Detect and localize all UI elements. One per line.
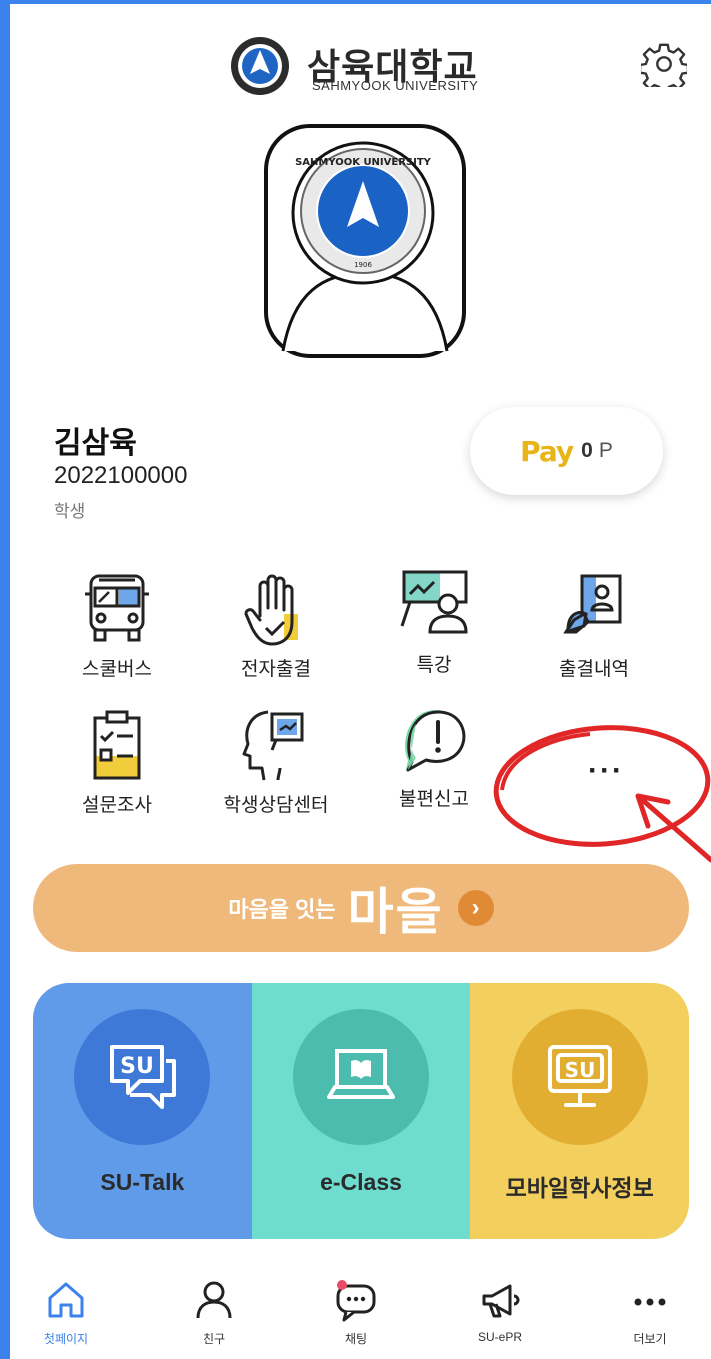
tile-icon-circle: SU bbox=[511, 1009, 648, 1145]
menu-label: 스쿨버스 bbox=[82, 659, 152, 680]
nav-label: 첫페이지 bbox=[43, 1332, 89, 1346]
menu-electronic-attendance[interactable]: 전자출결 bbox=[196, 570, 356, 681]
tile-icon-circle bbox=[293, 1009, 429, 1145]
menu-label: 학생상담센터 bbox=[223, 795, 329, 816]
laptop-book-icon bbox=[327, 1049, 395, 1099]
pay-button[interactable]: Pay 0 P bbox=[470, 407, 663, 495]
nav-label: SU-ePR bbox=[477, 1330, 522, 1344]
menu-label: 설문조사 bbox=[82, 795, 152, 816]
hand-check-icon bbox=[244, 574, 298, 646]
attendance-card-icon bbox=[563, 574, 622, 634]
gear-icon[interactable] bbox=[641, 41, 687, 87]
nav-home[interactable]: 첫페이지 bbox=[16, 1278, 116, 1347]
menu-label: 전자출결 bbox=[241, 659, 311, 680]
nav-label: 더보기 bbox=[633, 1332, 667, 1346]
nav-more[interactable]: 더보기 bbox=[600, 1278, 700, 1347]
menu-label: 출결내역 bbox=[559, 659, 629, 680]
chat-icon bbox=[336, 1280, 376, 1322]
bottom-nav: 첫페이지 친구 채팅 SU-ePR 더보기 bbox=[10, 1268, 711, 1359]
su-talk-icon: SU bbox=[110, 1045, 177, 1109]
bus-icon bbox=[85, 574, 149, 642]
banner-title: 마을 bbox=[347, 884, 444, 940]
more-dots-icon bbox=[634, 1298, 666, 1306]
home-icon bbox=[48, 1282, 84, 1318]
university-logo-icon bbox=[231, 37, 289, 95]
tile-icon-circle: SU bbox=[74, 1009, 211, 1145]
svg-text:SU: SU bbox=[564, 1058, 595, 1082]
banner-prefix: 마음을 잇는 bbox=[228, 897, 336, 922]
screenshot-frame-top bbox=[0, 0, 711, 4]
menu-attendance-history[interactable]: 출결내역 bbox=[514, 570, 674, 681]
tile-su-talk[interactable]: SU SU-Talk bbox=[33, 983, 252, 1239]
su-monitor-icon: SU bbox=[547, 1045, 612, 1107]
pay-amount: 0 bbox=[581, 439, 593, 462]
person-icon bbox=[196, 1281, 232, 1319]
survey-clipboard-icon bbox=[93, 710, 141, 780]
pay-unit: P bbox=[598, 439, 613, 462]
menu-label: 불편신고 bbox=[399, 789, 469, 810]
svg-text:SAHMYOOK UNIVERSITY: SAHMYOOK UNIVERSITY bbox=[295, 157, 432, 168]
svg-text:1906: 1906 bbox=[354, 261, 372, 269]
menu-complaint-report[interactable]: 불편신고 bbox=[354, 700, 514, 811]
profile-avatar[interactable]: SAHMYOOK UNIVERSITY 1906 bbox=[263, 123, 467, 359]
service-tiles: SU SU-Talk e-Class SU 모바일학사정보 bbox=[33, 983, 689, 1239]
pay-logo: Pay bbox=[520, 434, 574, 468]
svg-text:SU: SU bbox=[120, 1054, 154, 1079]
menu-school-bus[interactable]: 스쿨버스 bbox=[37, 570, 197, 681]
lecture-icon bbox=[400, 570, 468, 634]
nav-chat[interactable]: 채팅 bbox=[306, 1278, 406, 1347]
student-id: 2022100000 bbox=[54, 462, 188, 489]
maeul-banner[interactable]: 마음을 잇는 마을 › bbox=[33, 864, 689, 952]
tile-label: e-Class bbox=[320, 1169, 402, 1195]
nav-label: 친구 bbox=[202, 1332, 226, 1346]
nav-label: 채팅 bbox=[344, 1332, 368, 1346]
nav-friends[interactable]: 친구 bbox=[164, 1278, 264, 1347]
tile-mobile-academic[interactable]: SU 모바일학사정보 bbox=[470, 983, 689, 1239]
megaphone-icon bbox=[482, 1284, 520, 1318]
report-exclamation-icon bbox=[405, 710, 466, 772]
chevron-right-icon: › bbox=[457, 890, 494, 926]
tile-label: 모바일학사정보 bbox=[505, 1175, 654, 1201]
menu-label: 특강 bbox=[416, 655, 452, 676]
app-subtitle: SAHMYOOK UNIVERSITY bbox=[312, 78, 479, 93]
menu-more-button[interactable]: ··· bbox=[588, 754, 624, 788]
user-name: 김삼육 bbox=[54, 427, 137, 460]
user-role: 학생 bbox=[54, 502, 86, 521]
menu-special-lecture[interactable]: 특강 bbox=[354, 566, 514, 677]
menu-survey[interactable]: 설문조사 bbox=[37, 706, 197, 817]
tile-label: SU-Talk bbox=[100, 1169, 185, 1195]
menu-counseling-center[interactable]: 학생상담센터 bbox=[196, 706, 356, 817]
red-circle-annotation bbox=[493, 725, 711, 863]
counseling-head-icon bbox=[242, 710, 304, 781]
tile-e-class[interactable]: e-Class bbox=[251, 983, 471, 1239]
screenshot-frame-left bbox=[0, 0, 10, 1359]
nav-su-epr[interactable]: SU-ePR bbox=[450, 1278, 550, 1344]
